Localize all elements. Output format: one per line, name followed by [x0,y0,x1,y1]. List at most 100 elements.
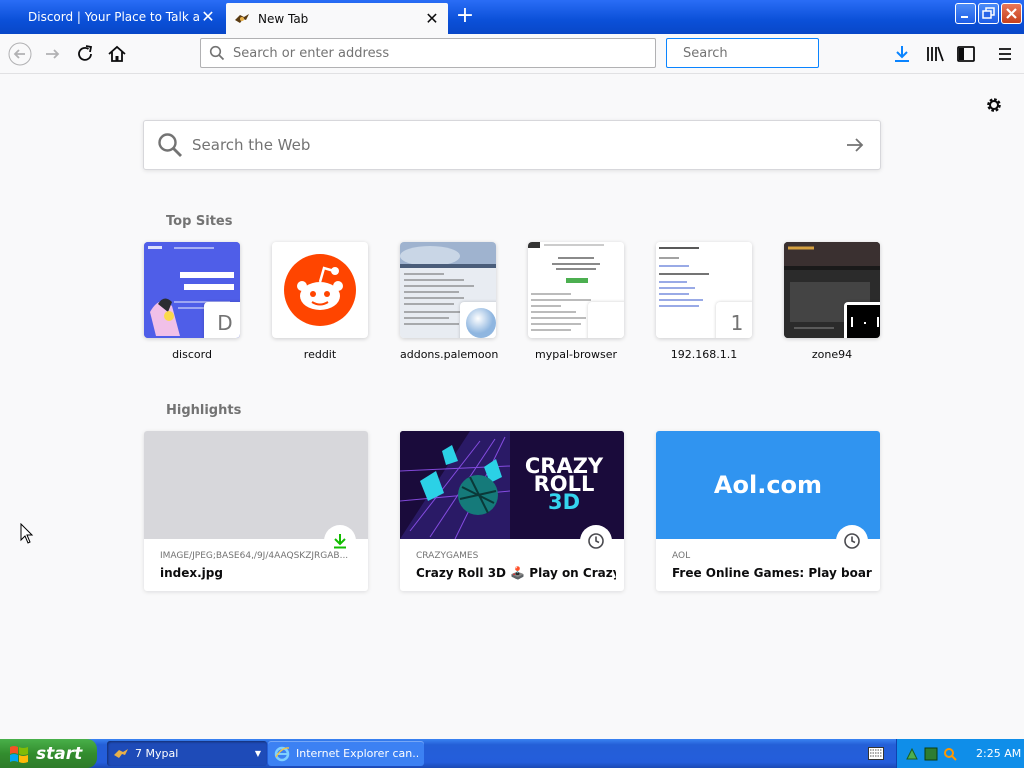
search-icon [209,45,225,61]
site-thumbnail [784,242,880,338]
card-preview: CRAZY ROLL 3D [400,431,624,539]
forward-arrow-icon [46,49,60,59]
menu-button[interactable] [993,42,1017,66]
card-host: IMAGE/JPEG;BASE64,/9J/4AAQSKZJRGAB... [160,551,349,561]
close-icon[interactable]: ✕ [424,10,440,27]
close-icon [1006,8,1017,19]
palemoon-icon [466,308,496,338]
site-title: mypal-browser [535,348,617,361]
home-icon [108,45,126,62]
web-search-input[interactable] [192,136,844,154]
reload-button[interactable] [73,42,97,66]
site-badge [844,302,880,338]
address-input[interactable] [233,45,655,61]
highlight-card[interactable]: CRAZY ROLL 3D CRAZYGAMES Crazy Roll 3D 🕹… [400,431,624,591]
ie-icon [274,746,290,761]
preview-word: 3D [547,490,581,514]
reddit-icon [284,254,356,326]
mypal-icon [114,748,128,758]
new-tab-page: Top Sites D discord [0,75,1024,739]
site-thumbnail: D [144,242,240,338]
restore-button[interactable] [978,3,999,24]
address-bar[interactable] [200,38,656,68]
tab-title: New Tab [258,11,309,26]
sidebar-icon [957,46,975,62]
library-button[interactable] [923,42,947,66]
card-preview: Aol.com [656,431,880,539]
new-tab-button[interactable]: + [454,5,476,28]
top-site-reddit[interactable]: reddit [272,242,368,361]
tab-discord[interactable]: Discord | Your Place to Talk and Ha ✕ [0,3,224,31]
minimize-button[interactable] [955,3,976,24]
site-badge: D [204,302,240,338]
minimize-icon [961,16,968,18]
navigation-toolbar [0,34,1024,74]
card-title: index.jpg [160,566,223,580]
site-badge [588,302,624,338]
top-site-discord[interactable]: D discord [144,242,240,361]
clock: 2:25 AM [976,747,1022,760]
search-icon[interactable] [943,747,957,761]
system-tray: 2:25 AM [896,739,1024,768]
gear-icon[interactable] [984,95,1004,115]
start-button[interactable]: start [0,739,97,768]
site-thumbnail [400,242,496,338]
network-icon[interactable] [905,747,919,761]
window-close-button[interactable] [1001,3,1022,24]
restore-icon [982,7,995,19]
title-bar: Discord | Your Place to Talk and Ha ✕ Ne… [0,0,1024,34]
top-site-addons-palemoon[interactable]: addons.palemoon [400,242,499,361]
mouse-cursor-icon [20,523,34,544]
tab-title: Discord | Your Place to Talk and Ha [28,10,200,24]
search-icon [158,133,182,157]
card-title: Free Online Games: Play board g... [672,566,872,580]
back-button[interactable] [8,42,32,66]
forward-button[interactable] [41,42,65,66]
windows-logo-icon [10,745,28,763]
hamburger-menu-icon [999,48,1011,60]
zone94-icon [847,305,880,338]
arrow-right-icon[interactable] [844,134,866,156]
site-title: discord [172,348,212,361]
site-thumbnail: 1 [656,242,752,338]
taskbar: start 7 Mypal ▼ Internet Explorer can...… [0,739,1024,768]
top-site-mypal-browser[interactable]: mypal-browser [528,242,624,361]
card-host: CRAZYGAMES [416,551,479,561]
site-title: reddit [303,348,337,361]
site-title: addons.palemoon [400,348,499,361]
keyboard-icon[interactable] [868,747,884,760]
site-badge [460,302,496,338]
site-title: zone94 [811,348,853,361]
sidebar-button[interactable] [954,42,978,66]
search-bar[interactable] [666,38,853,68]
top-site-router[interactable]: 1 192.168.1.1 [656,242,752,361]
site-thumbnail [528,242,624,338]
start-label: start [36,743,83,764]
taskbar-item-mypal[interactable]: 7 Mypal ▼ [107,741,267,766]
tab-new-tab[interactable]: New Tab ✕ [226,3,448,34]
taskbar-item-label: 7 Mypal [135,747,179,760]
site-badge: 1 [716,302,752,338]
site-title: 192.168.1.1 [670,348,738,361]
downloads-button[interactable] [890,42,914,66]
search-input[interactable] [683,45,853,61]
top-site-zone94[interactable]: zone94 [784,242,880,361]
library-icon [927,46,944,62]
highlight-card[interactable]: Aol.com AOL Free Online Games: Play boar… [656,431,880,591]
aol-logo: Aol.com [713,471,823,499]
download-icon [895,46,909,62]
home-button[interactable] [105,42,129,66]
taskbar-item-label: Internet Explorer can... [296,747,418,760]
security-icon[interactable] [924,747,938,761]
reload-icon [78,45,93,61]
close-icon[interactable]: ✕ [200,9,216,25]
taskbar-item-ie[interactable]: Internet Explorer can... [268,741,424,766]
top-sites-heading: Top Sites [166,214,233,229]
mypal-icon [235,13,249,23]
web-search-box[interactable] [143,120,881,170]
highlight-card[interactable]: IMAGE/JPEG;BASE64,/9J/4AAQSKZJRGAB... in… [144,431,368,591]
chevron-down-icon: ▼ [254,749,261,758]
site-thumbnail [272,242,368,338]
highlights-heading: Highlights [166,403,242,418]
card-preview [144,431,368,539]
